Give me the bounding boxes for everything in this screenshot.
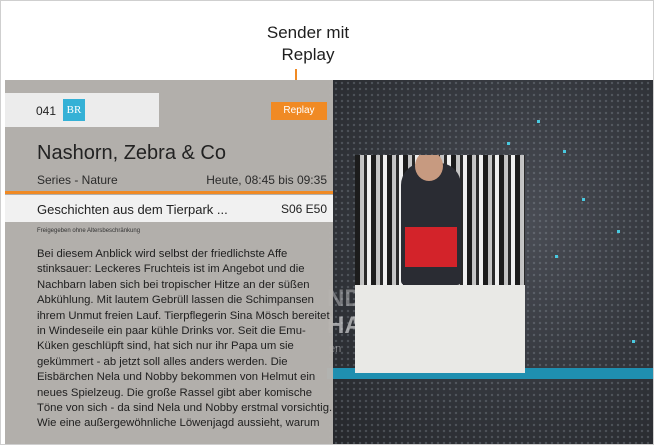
channel-logo-icon: BR [63, 99, 85, 121]
map-highlight-dot [617, 230, 620, 233]
episode-title: Geschichten aus dem Tierpark ... [37, 202, 228, 217]
channel-number: 041 [36, 104, 57, 118]
progress-divider [5, 191, 333, 194]
callout-line-2: Replay [281, 45, 335, 64]
callout-label: Sender mit Replay [248, 22, 368, 66]
red-folder [405, 227, 457, 267]
tv-screen: ND HAU en 041 BR Replay Nashorn, Zebra &… [5, 80, 653, 444]
map-highlight-dot [555, 255, 558, 258]
map-highlight-dot [537, 120, 540, 123]
video-lower-panel [355, 285, 525, 373]
live-tv-background: ND HAU en [327, 80, 653, 444]
map-highlight-dot [507, 142, 510, 145]
channel-bar[interactable]: 041 BR [5, 93, 159, 127]
age-rating: Freigegeben ohne Altersbeschränkung [37, 228, 141, 234]
replay-button[interactable]: Replay [271, 102, 327, 120]
map-highlight-dot [563, 150, 566, 153]
program-info-panel: 041 BR Replay Nashorn, Zebra & Co Series… [5, 80, 333, 444]
program-description: Bei diesem Anblick wird selbst der fried… [37, 248, 333, 430]
episode-row[interactable]: Geschichten aus dem Tierpark ... S06 E50 [5, 195, 333, 222]
video-frame [355, 155, 525, 373]
callout-line-1: Sender mit [266, 23, 350, 42]
episode-code: S06 E50 [280, 202, 327, 216]
map-highlight-dot [582, 198, 585, 201]
program-time: Heute, 08:45 bis 09:35 [206, 173, 327, 187]
program-genre: Series - Nature [37, 173, 118, 187]
map-highlight-dot [632, 340, 635, 343]
program-title: Nashorn, Zebra & Co [37, 142, 226, 164]
